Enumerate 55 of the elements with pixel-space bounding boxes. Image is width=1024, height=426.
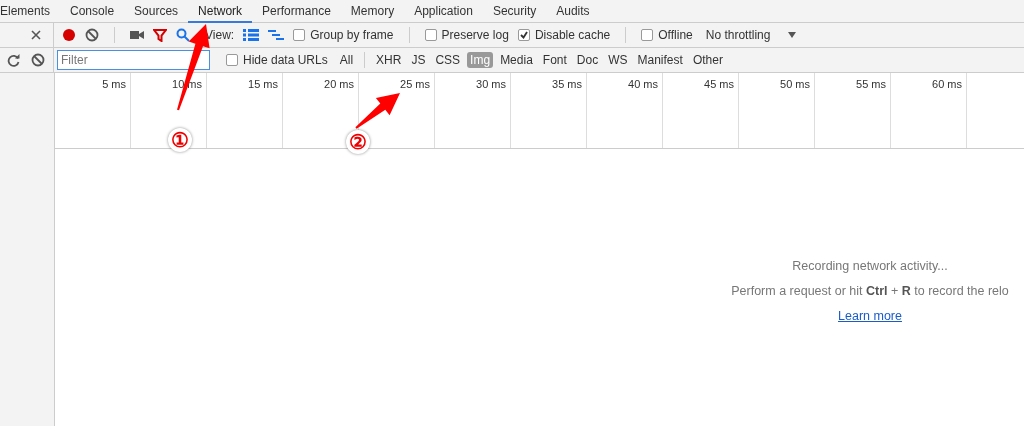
type-filter[interactable]: Manifest: [634, 52, 686, 68]
time-tick-label: 60 ms: [932, 78, 962, 90]
time-tick-label: 30 ms: [476, 78, 506, 90]
caret-icon: [788, 32, 797, 38]
filter-field[interactable]: Filter: [57, 50, 210, 70]
time-tick-label: 50 ms: [780, 78, 810, 90]
checkbox[interactable]: Hide data URLs: [226, 53, 328, 67]
close-icon[interactable]: [31, 30, 41, 40]
panel-tab[interactable]: Security: [482, 0, 547, 23]
checkbox[interactable]: Offline: [641, 28, 693, 42]
checkbox[interactable]: Group by frame: [293, 28, 394, 42]
camera-icon[interactable]: [130, 30, 144, 40]
time-tick-label: 5 ms: [102, 78, 126, 90]
reload-hint: Perform a request or hit Ctrl + R to record the relo: [731, 284, 1009, 298]
step-marker: ②: [346, 130, 370, 154]
arrow: [355, 93, 400, 129]
panel-tab[interactable]: Performance: [252, 0, 341, 23]
time-tick-label: 15 ms: [248, 78, 278, 90]
type-filter[interactable]: Doc: [573, 52, 602, 68]
block-icon[interactable]: [31, 53, 45, 67]
type-filter[interactable]: WS: [605, 52, 631, 68]
step-marker: ①: [168, 128, 192, 152]
type-filter[interactable]: Other: [689, 52, 726, 68]
search-icon[interactable]: [176, 28, 190, 42]
panel-tab[interactable]: Memory: [340, 0, 405, 23]
time-tick-label: 25 ms: [400, 78, 430, 90]
checkbox[interactable]: Disable cache: [517, 28, 611, 42]
filter-icon[interactable]: [153, 28, 167, 42]
reload-icon[interactable]: [7, 53, 20, 67]
type-filter[interactable]: Font: [539, 52, 570, 68]
throttling-dropdown[interactable]: No throttling: [702, 27, 800, 43]
time-tick-label: 55 ms: [856, 78, 886, 90]
checkbox[interactable]: Preserve log: [424, 28, 509, 42]
panel-tab[interactable]: Application: [404, 0, 483, 23]
type-filter[interactable]: Media: [497, 52, 536, 68]
panel-tab[interactable]: Console: [60, 0, 125, 23]
type-filter[interactable]: CSS: [432, 52, 464, 68]
time-tick-label: 35 ms: [552, 78, 582, 90]
learn-more-link[interactable]: Learn more: [838, 309, 902, 323]
time-tick-label: 40 ms: [628, 78, 658, 90]
time-tick-label: 20 ms: [324, 78, 354, 90]
panel-tab[interactable]: Sources: [124, 0, 189, 23]
panel-tab[interactable]: Elements: [0, 0, 61, 23]
list-view-icon[interactable]: [243, 29, 260, 41]
record-icon[interactable]: [62, 28, 76, 42]
recording-message: Recording network activity...: [792, 259, 948, 273]
type-filter[interactable]: All: [336, 52, 357, 68]
time-tick-label: 45 ms: [704, 78, 734, 90]
clear-icon[interactable]: [85, 28, 99, 42]
type-filter[interactable]: XHR: [373, 52, 405, 68]
panel-tab[interactable]: Audits: [546, 0, 600, 23]
time-tick-label: 10 ms: [172, 78, 202, 90]
check-icon: [519, 31, 528, 39]
waterfall-icon[interactable]: [268, 29, 285, 41]
type-filter[interactable]: JS: [408, 52, 429, 68]
